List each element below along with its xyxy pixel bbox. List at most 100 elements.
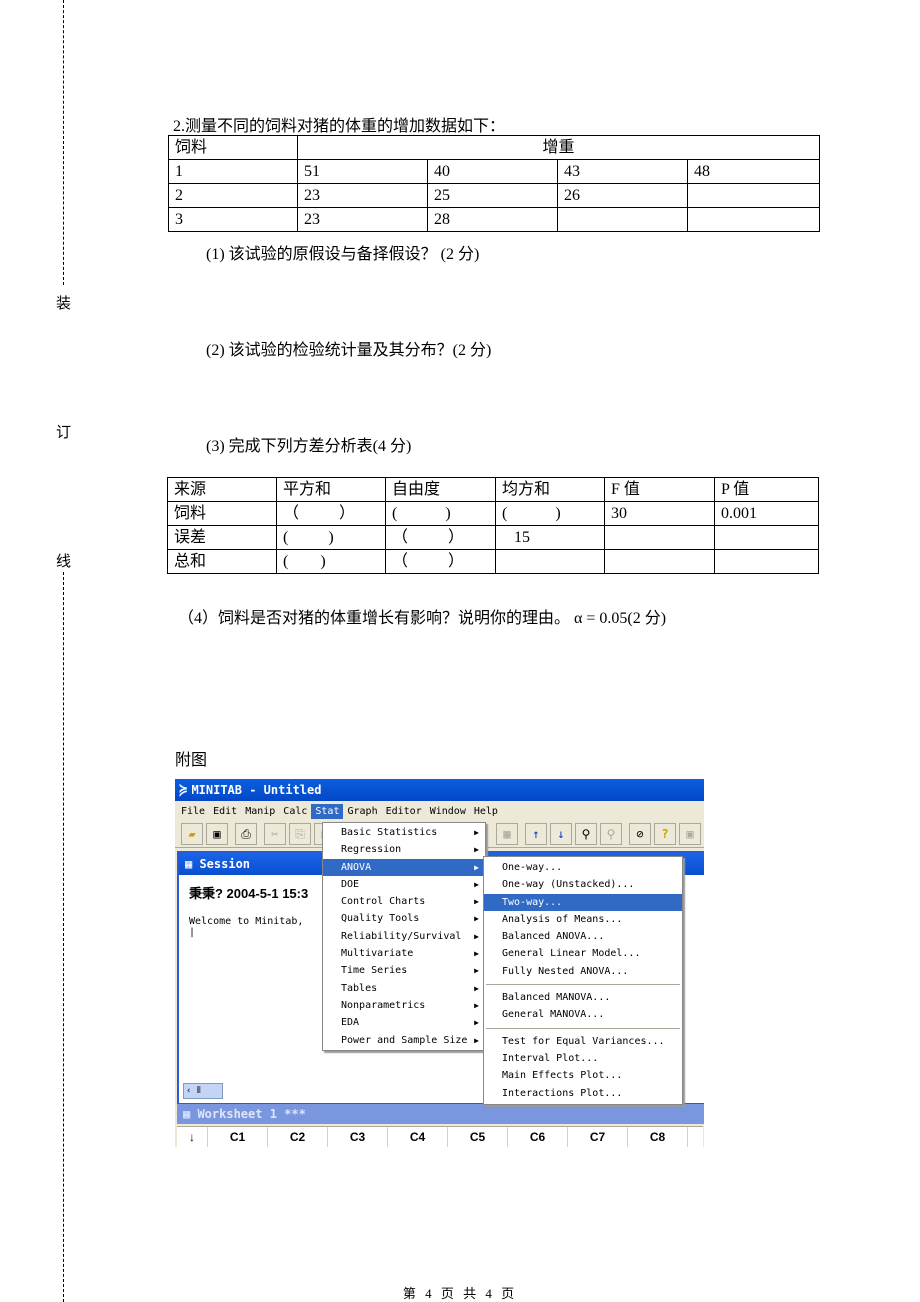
sub-question-1: (1) 该试验的原假设与备择假设？ (2 分) (206, 246, 480, 263)
column-header[interactable]: C7 (568, 1127, 628, 1147)
anova-row: 饲料 （ ） ( ) ( ) 30 0.001 (167, 501, 819, 526)
window-title: MINITAB - Untitled (191, 783, 322, 797)
stat-menu-item[interactable]: Control Charts ▶ (323, 893, 485, 910)
minitab-logo-icon: ≽ (179, 782, 188, 798)
menu-calc[interactable]: Calc (279, 804, 311, 819)
anova-cell (604, 525, 715, 550)
binding-char-xian: 线 (56, 554, 72, 570)
help-icon[interactable]: ? (654, 823, 676, 845)
anova-menu-item[interactable]: Interval Plot... (484, 1050, 682, 1067)
anova-table: 来源 平方和 自由度 均方和 F 值 P 值 饲料 （ ） ( ) ( ) 30… (167, 477, 819, 574)
up-arrow-icon[interactable]: ↑ (525, 823, 547, 845)
anova-cell: ( ) (276, 549, 386, 574)
header-weight-gain: 增重 (297, 135, 820, 160)
column-header[interactable]: C1 (208, 1127, 268, 1147)
save-icon[interactable]: ▣ (206, 823, 228, 845)
menubar: File Edit Manip Calc Stat Graph Editor W… (175, 801, 704, 821)
anova-menu-item[interactable]: Interactions Plot... (484, 1085, 682, 1102)
anova-menu-item[interactable]: Main Effects Plot... (484, 1067, 682, 1084)
anova-menu-item[interactable]: One-way... (484, 859, 682, 876)
feed-cell: 2 (168, 183, 298, 208)
menu-editor[interactable]: Editor (382, 804, 426, 819)
column-header[interactable]: C3 (328, 1127, 388, 1147)
anova-header-cell: 来源 (167, 477, 277, 502)
stat-menu-item[interactable]: Regression ▶ (323, 841, 485, 858)
open-icon[interactable]: ▰ (181, 823, 203, 845)
anova-menu-item[interactable]: Balanced MANOVA... (484, 989, 682, 1006)
figure-label: 附图 (175, 752, 208, 769)
stat-menu-item[interactable]: Power and Sample Size ▶ (323, 1032, 485, 1049)
anova-header-cell: 自由度 (385, 477, 496, 502)
table-row: 3 23 28 (168, 207, 820, 232)
value-cell: 43 (557, 159, 688, 184)
minitab-screenshot: ≽ MINITAB - Untitled File Edit Manip Cal… (175, 779, 704, 1147)
copy-icon[interactable]: ⎘ (289, 823, 311, 845)
menu-help[interactable]: Help (470, 804, 502, 819)
window-icon[interactable]: ▣ (679, 823, 701, 845)
column-header[interactable]: C4 (388, 1127, 448, 1147)
print-icon[interactable]: ⎙ (235, 823, 257, 845)
stat-menu-item[interactable]: Reliability/Survival ▶ (323, 928, 485, 945)
menu-manip[interactable]: Manip (241, 804, 279, 819)
menu-file[interactable]: File (177, 804, 209, 819)
anova-cell: （ ） (385, 549, 496, 574)
anova-menu-item[interactable]: General Linear Model... (484, 945, 682, 962)
anova-cell: 总和 (167, 549, 277, 574)
stat-menu-item[interactable]: Time Series ▶ (323, 962, 485, 979)
menu-separator (486, 1027, 680, 1029)
anova-menu-item[interactable]: Analysis of Means... (484, 911, 682, 928)
stat-menu-item[interactable]: Tables ▶ (323, 980, 485, 997)
stat-menu-item[interactable]: Basic Statistics ▶ (323, 824, 485, 841)
anova-menu-item[interactable]: Test for Equal Variances... (484, 1033, 682, 1050)
anova-cell: ( ) (276, 525, 386, 550)
column-header[interactable]: C6 (508, 1127, 568, 1147)
column-header[interactable]: C2 (268, 1127, 328, 1147)
value-cell (687, 183, 820, 208)
value-cell: 40 (427, 159, 558, 184)
table-row: 1 51 40 43 48 (168, 159, 820, 184)
cut-icon[interactable]: ✂ (264, 823, 286, 845)
anova-menu-item[interactable]: One-way (Unstacked)... (484, 876, 682, 893)
anova-header-row: 来源 平方和 自由度 均方和 F 值 P 值 (167, 477, 819, 502)
anova-cell: 饲料 (167, 501, 277, 526)
stat-menu-item[interactable]: Quality Tools ▶ (323, 910, 485, 927)
anova-cell: ( ) (495, 501, 605, 526)
session-icon: ▦ (185, 857, 200, 871)
stat-menu-item-anova[interactable]: ANOVA ▶ (323, 858, 485, 876)
stat-menu-item[interactable]: Multivariate ▶ (323, 945, 485, 962)
column-header[interactable]: C8 (628, 1127, 688, 1147)
anova-menu-item[interactable]: Fully Nested ANOVA... (484, 963, 682, 980)
column-header[interactable]: C5 (448, 1127, 508, 1147)
anova-menu-item[interactable]: Balanced ANOVA... (484, 928, 682, 945)
binding-char-zhuang: 装 (56, 296, 72, 312)
anova-cell (714, 525, 819, 550)
menu-edit[interactable]: Edit (209, 804, 241, 819)
menu-graph[interactable]: Graph (343, 804, 381, 819)
question-title: 2.测量不同的饲料对猪的体重的增加数据如下： (173, 118, 506, 135)
binding-line-top (63, 0, 64, 285)
worksheet-column-header: ↓ C1 C2 C3 C4 C5 C6 C7 C8 (177, 1126, 703, 1147)
value-cell: 25 (427, 183, 558, 208)
value-cell: 48 (687, 159, 820, 184)
down-arrow-icon[interactable]: ↓ (550, 823, 572, 845)
anova-row: 总和 ( ) （ ） (167, 549, 819, 574)
menu-window[interactable]: Window (426, 804, 470, 819)
anova-menu-item[interactable]: General MANOVA... (484, 1006, 682, 1023)
row-marker[interactable]: ↓ (177, 1127, 208, 1147)
menu-separator (486, 984, 680, 986)
stat-menu-item[interactable]: EDA ▶ (323, 1014, 485, 1031)
find-icon[interactable]: ⚲ (575, 823, 597, 845)
replace-icon[interactable]: ⚲ (600, 823, 622, 845)
horizontal-scrollbar[interactable]: ‹ ⦀ (183, 1083, 223, 1099)
anova-menu-item-two-way[interactable]: Two-way... (484, 893, 682, 911)
sub-question-4: （4）饲料是否对猪的体重增长有影响？说明你的理由。 α = 0.05(2 分) (178, 610, 667, 627)
edit-icon[interactable]: ▦ (496, 823, 518, 845)
menu-stat[interactable]: Stat (311, 803, 344, 819)
stat-menu-item[interactable]: Nonparametrics ▶ (323, 997, 485, 1014)
cancel-icon[interactable]: ⊘ (629, 823, 651, 845)
value-cell: 28 (427, 207, 558, 232)
anova-cell: 0.001 (714, 501, 819, 526)
weight-gain-table: 饲料 增重 1 51 40 43 48 2 23 25 26 3 23 28 (168, 135, 820, 232)
stat-menu-item[interactable]: DOE ▶ (323, 876, 485, 893)
anova-cell (604, 549, 715, 574)
